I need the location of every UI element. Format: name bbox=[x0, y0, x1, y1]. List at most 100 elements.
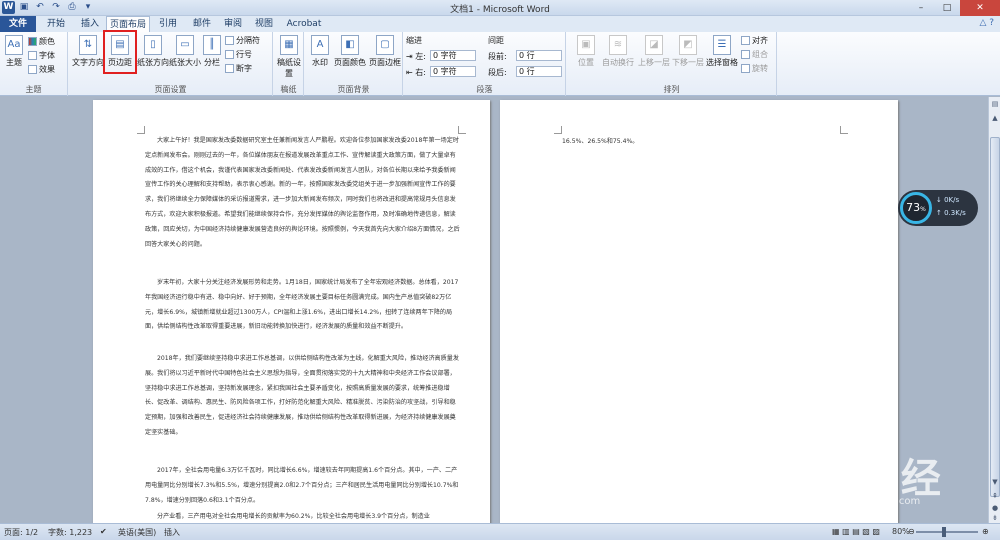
tab-acrobat[interactable]: Acrobat bbox=[282, 16, 326, 32]
hyphenation-icon bbox=[225, 64, 234, 73]
rotate-icon bbox=[741, 64, 750, 73]
page-color-button[interactable]: ◧ 页面颜色 bbox=[333, 35, 367, 68]
theme-colors-button[interactable]: 颜色 bbox=[28, 36, 55, 48]
zoom-out-icon[interactable]: ⊖ bbox=[908, 527, 915, 536]
hyphenation-label: 断字 bbox=[236, 64, 252, 73]
selection-pane-label: 选择窗格 bbox=[706, 58, 738, 67]
minimize-button[interactable]: – bbox=[908, 0, 934, 16]
page-borders-button[interactable]: ▢ 页面边框 bbox=[368, 35, 402, 68]
text-direction-label: 文字方向 bbox=[72, 58, 104, 67]
align-button[interactable]: 对齐 bbox=[741, 35, 768, 47]
bring-forward-button[interactable]: ◪ 上移一层 bbox=[637, 35, 671, 68]
help-icon[interactable]: △ ? bbox=[979, 18, 994, 28]
window-title: 文档1 - Microsoft Word bbox=[450, 5, 550, 15]
rotate-button[interactable]: 旋转 bbox=[741, 63, 768, 75]
watermark-url: jingyan.baidu.com bbox=[828, 496, 921, 507]
colors-icon bbox=[28, 37, 37, 46]
size-label: 纸张大小 bbox=[169, 58, 201, 67]
margins-label: 页边距 bbox=[108, 58, 132, 67]
maximize-button[interactable]: □ bbox=[934, 0, 960, 16]
hyphenation-button[interactable]: 断字 bbox=[225, 63, 252, 75]
selection-pane-button[interactable]: ☰ 选择窗格 bbox=[705, 35, 739, 68]
proofing-icon[interactable]: ✔ bbox=[100, 527, 107, 536]
margins-icon: ▤ bbox=[111, 35, 129, 55]
zoom-slider-thumb[interactable] bbox=[942, 527, 946, 537]
download-rate: ↓ 0K/s bbox=[936, 196, 960, 204]
line-numbers-icon bbox=[225, 50, 234, 59]
columns-icon: ║ bbox=[203, 35, 221, 55]
themes-label: 主题 bbox=[6, 58, 22, 67]
paragraph: 2017年，全社会用电量6.3万亿千瓦时，同比增长6.6%，增速较去年同期提高1… bbox=[145, 467, 459, 504]
orientation-icon: ▯ bbox=[144, 35, 162, 55]
indent-right-label: ⇤ 右: bbox=[406, 68, 426, 77]
zoom-slider[interactable] bbox=[916, 531, 978, 533]
tab-view[interactable]: 视图 bbox=[250, 16, 278, 32]
tab-review[interactable]: 审阅 bbox=[218, 16, 248, 32]
breaks-label: 分隔符 bbox=[236, 36, 260, 45]
theme-colors-label: 颜色 bbox=[39, 37, 55, 46]
page-color-label: 页面颜色 bbox=[334, 58, 366, 67]
align-icon bbox=[741, 36, 750, 45]
position-label: 位置 bbox=[578, 58, 594, 67]
spacing-after-input[interactable]: 0 行 bbox=[516, 66, 562, 77]
themes-button[interactable]: Aa 主题 bbox=[3, 35, 25, 68]
group-arrange: ▣ 位置 ≋ 自动换行 ◪ 上移一层 ◩ 下移一层 ☰ 选择窗格 对齐 组合 旋… bbox=[567, 32, 777, 96]
tab-references[interactable]: 引用 bbox=[152, 16, 184, 32]
upload-rate: ↑ 0.3K/s bbox=[936, 209, 966, 217]
document-page-1[interactable]: 大家上午好！我是国家发改委数据研究室主任兼新闻发言人严鹏程。欢迎各位参加国家发改… bbox=[93, 100, 490, 523]
view-buttons[interactable]: ▦ ▥ ▤ ▧ ▨ bbox=[832, 527, 880, 536]
fonts-icon bbox=[28, 51, 37, 60]
indent-right-input[interactable]: 0 字符 bbox=[430, 66, 476, 77]
scroll-down-icon[interactable]: ▼ bbox=[990, 477, 1000, 488]
draft-settings-button[interactable]: ▦ 稿纸设置 bbox=[277, 35, 301, 79]
vertical-scrollbar[interactable]: ▤ ▲ ▼ ⇞ ● ⇟ bbox=[988, 97, 1000, 523]
watermark-button[interactable]: A 水印 bbox=[308, 35, 332, 68]
indent-left-input[interactable]: 0 字符 bbox=[430, 50, 476, 61]
group-icon bbox=[741, 50, 750, 59]
paragraph: 分产业看，三产用电对全社会用电增长的贡献率为60.2%，比较全社会用电增长3.9… bbox=[157, 513, 430, 520]
position-button[interactable]: ▣ 位置 bbox=[573, 35, 599, 68]
baidu-watermark: Bai du 经验 jingyan.baidu.com bbox=[748, 446, 978, 540]
tab-home[interactable]: 开始 bbox=[38, 16, 74, 32]
group-draft: ▦ 稿纸设置 稿纸 bbox=[274, 32, 304, 96]
text-direction-button[interactable]: ⇅ 文字方向 bbox=[72, 35, 104, 68]
group-page-background: A 水印 ◧ 页面颜色 ▢ 页面边框 页面背景 bbox=[305, 32, 403, 96]
word-count[interactable]: 字数: 1,223 bbox=[48, 527, 92, 538]
page-count[interactable]: 页面: 1/2 bbox=[4, 527, 38, 538]
columns-button[interactable]: ║ 分栏 bbox=[201, 35, 223, 68]
previous-page-icon[interactable]: ⇞ bbox=[990, 491, 1000, 502]
insert-mode[interactable]: 插入 bbox=[164, 527, 180, 538]
orientation-button[interactable]: ▯ 纸张方向 bbox=[137, 35, 169, 68]
spacing-before-input[interactable]: 0 行 bbox=[516, 50, 562, 61]
scrollbar-thumb[interactable] bbox=[990, 137, 1000, 497]
group-draft-label: 稿纸 bbox=[280, 85, 297, 94]
group-arrange-label: 排列 bbox=[663, 85, 680, 94]
breaks-button[interactable]: 分隔符 bbox=[225, 35, 260, 47]
wrap-text-label: 自动换行 bbox=[602, 58, 634, 67]
group-button[interactable]: 组合 bbox=[741, 49, 768, 61]
close-button[interactable]: ✕ bbox=[960, 0, 1000, 16]
indent-left-text: 左: bbox=[415, 52, 426, 61]
upload-rate-value: 0.3K/s bbox=[944, 209, 966, 217]
ruler-toggle-icon[interactable]: ▤ bbox=[990, 99, 1000, 110]
send-backward-label: 下移一层 bbox=[672, 58, 704, 67]
margins-button[interactable]: ▤ 页边距 bbox=[103, 30, 137, 74]
tab-mailings[interactable]: 邮件 bbox=[186, 16, 218, 32]
tab-file[interactable]: 文件 bbox=[0, 16, 36, 32]
scroll-up-icon[interactable]: ▲ bbox=[990, 113, 1000, 124]
watermark-label: 水印 bbox=[312, 58, 328, 67]
zoom-in-icon[interactable]: ⊕ bbox=[982, 527, 989, 536]
wrap-text-button[interactable]: ≋ 自动换行 bbox=[601, 35, 635, 68]
network-speed-widget[interactable]: 73% ↓ 0K/s ↑ 0.3K/s bbox=[898, 190, 978, 226]
theme-fonts-button[interactable]: 字体 bbox=[28, 50, 55, 62]
theme-effects-button[interactable]: 效果 bbox=[28, 64, 55, 76]
align-label: 对齐 bbox=[752, 36, 768, 45]
orientation-label: 纸张方向 bbox=[137, 58, 169, 67]
send-backward-button[interactable]: ◩ 下移一层 bbox=[671, 35, 705, 68]
spacing-before-label: 段前: bbox=[488, 52, 507, 61]
language[interactable]: 英语(美国) bbox=[118, 527, 156, 538]
line-numbers-button[interactable]: 行号 bbox=[225, 49, 252, 61]
tab-insert[interactable]: 插入 bbox=[74, 16, 106, 32]
tab-page-layout[interactable]: 页面布局 bbox=[106, 16, 150, 33]
size-button[interactable]: ▭ 纸张大小 bbox=[169, 35, 201, 68]
